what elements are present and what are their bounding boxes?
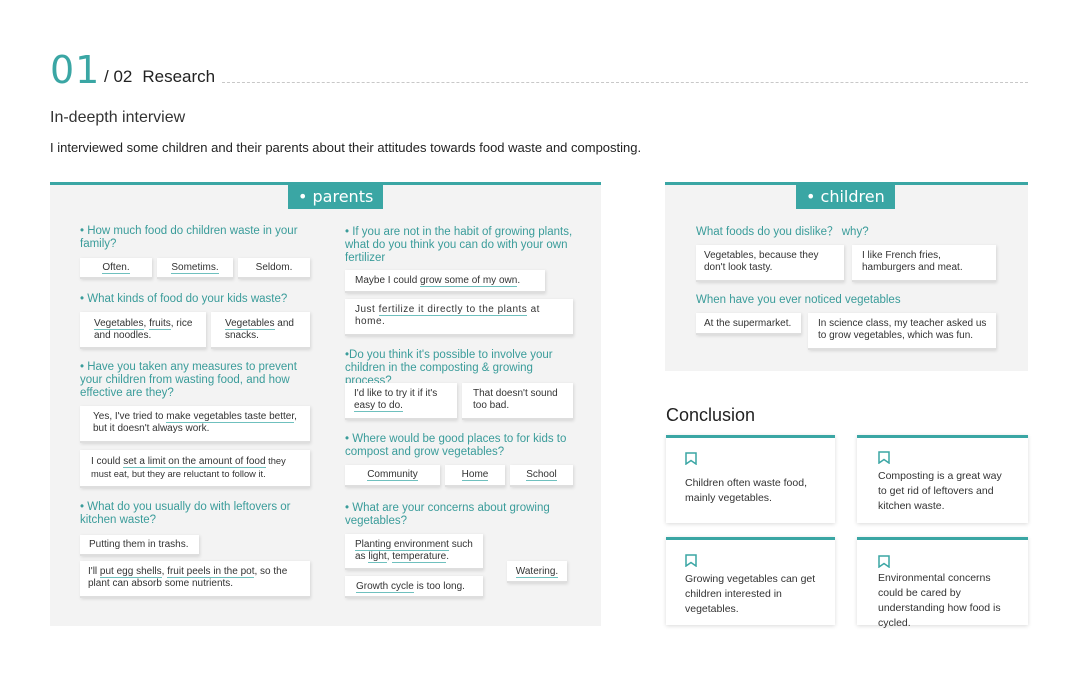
answer-card: At the supermarket. <box>696 313 801 335</box>
answer-text: put egg shells <box>99 566 162 578</box>
answer-text: Putting them in trashs. <box>89 539 189 550</box>
answer-card: Watering. <box>507 561 567 583</box>
answer-text: Often. <box>102 262 130 274</box>
intro-text: I interviewed some children and their pa… <box>50 140 642 155</box>
page-heading: In-deepth interview <box>50 109 186 126</box>
parents-question-3: • Have you taken any measures to prevent… <box>80 361 297 399</box>
answer-text: Seldom. <box>255 262 293 273</box>
answer-text: I could <box>91 456 124 467</box>
parents-question-1: • How much food do children waste in you… <box>80 225 298 250</box>
answer-card: Maybe I could grow some of my own. <box>345 270 545 293</box>
answer-text: Planting environment <box>355 539 449 551</box>
conclusion-text: Growing vegetables can get children inte… <box>685 573 816 615</box>
answer-text: make vegetables taste better <box>166 411 295 423</box>
answer-text: School <box>526 469 557 481</box>
answer-card: Just fertilize it directly to the plants… <box>345 299 573 336</box>
answer-text: Maybe I could <box>355 275 421 286</box>
answer-text: grow some of my own <box>420 275 518 287</box>
answer-text: is too long. <box>413 581 465 592</box>
answer-card: Vegetables, because they don't look tast… <box>696 245 844 282</box>
section-index: / 02 <box>104 67 133 86</box>
answer-text: temperature <box>392 551 447 563</box>
answer-text: I'll <box>88 566 100 577</box>
answer-card: That doesn't sound too bad. <box>462 383 573 420</box>
answer-text: Community <box>367 469 418 481</box>
parents-question-5: • If you are not in the habit of growing… <box>345 226 573 264</box>
answer-text: Vegetables <box>94 318 144 330</box>
answer-text: Yes, I've tried to <box>93 411 167 422</box>
answer-text: fruits <box>149 318 171 330</box>
answer-text: set a limit on the amount of food <box>123 456 266 468</box>
answer-text: In science class, my teacher asked us to… <box>818 318 987 341</box>
bookmark-icon <box>878 451 890 464</box>
answer-card: I'll put egg shells, fruit peels in the … <box>80 561 310 598</box>
children-question-1: What foods do you dislike？ why? <box>696 226 869 238</box>
answer-card: Vegetables and snacks. <box>211 312 310 349</box>
answer-card: Vegetables, fruits, rice and noodles. <box>80 312 206 349</box>
answer-text: Watering. <box>515 566 559 578</box>
parents-question-8: • What are your concerns about growing v… <box>345 502 550 527</box>
answer-text: At the supermarket. <box>704 318 792 329</box>
answer-card: Often. <box>80 258 152 279</box>
conclusion-card: Growing vegetables can get children inte… <box>666 537 835 625</box>
answer-text: easy to do. <box>354 400 403 412</box>
answer-text: , <box>143 318 147 329</box>
conclusion-text: Environmental concerns could be cared by… <box>878 572 1001 629</box>
answer-card: Growth cycle is too long. <box>345 576 483 598</box>
conclusion-card: Environmental concerns could be cared by… <box>857 537 1028 629</box>
parents-tag: • parents <box>288 185 384 209</box>
answer-card: In science class, my teacher asked us to… <box>808 313 996 350</box>
answer-card: Home <box>445 465 505 487</box>
answer-card: I could set a limit on the amount of foo… <box>80 450 310 488</box>
bookmark-icon <box>685 452 697 465</box>
answer-text: . <box>446 551 449 562</box>
answer-card: Sometims. <box>157 258 233 279</box>
answer-text: . <box>517 275 521 286</box>
answer-text: Vegetables <box>225 318 275 330</box>
answer-text: That doesn't sound too bad. <box>473 388 558 411</box>
answer-card: Planting environment such as light, temp… <box>345 534 483 570</box>
section-number: 01 <box>50 48 101 92</box>
answer-text: light <box>368 551 387 563</box>
children-question-2: When have you ever noticed vegetables <box>696 294 901 306</box>
parents-question-2: • What kinds of food do your kids waste? <box>80 293 288 305</box>
answer-text: Home <box>461 469 489 481</box>
answer-card: Putting them in trashs. <box>80 535 199 556</box>
conclusion-card: Children often waste food, mainly vegeta… <box>666 435 835 523</box>
answer-text: fertilize it directly to the plants <box>378 304 528 316</box>
answer-text: Vegetables, because they don't look tast… <box>704 250 819 273</box>
answer-card: I'd like to try it if it's easy to do. <box>345 383 457 420</box>
conclusion-card: Composting is a great way to get rid of … <box>857 435 1028 523</box>
conclusion-text: Children often waste food, mainly vegeta… <box>685 477 807 504</box>
conclusion-title: Conclusion <box>666 405 756 425</box>
answer-text: Sometims. <box>171 262 219 274</box>
conclusion-text: Composting is a great way to get rid of … <box>878 470 1002 512</box>
answer-text: fruit peels in the pot <box>167 566 255 578</box>
answer-text: Just <box>355 304 379 315</box>
answer-card: I like French fries, hamburgers and meat… <box>852 245 996 282</box>
section-title: Research <box>142 67 216 86</box>
bookmark-icon <box>685 554 697 567</box>
answer-card: Seldom. <box>238 258 310 279</box>
parents-question-4: • What do you usually do with leftovers … <box>80 501 291 526</box>
section-subtitle: / 02 Research <box>104 67 215 87</box>
answer-card: School <box>510 465 573 487</box>
answer-card: Yes, I've tried to make vegetables taste… <box>80 406 310 443</box>
bookmark-icon <box>878 555 890 568</box>
header-divider <box>222 82 1028 83</box>
answer-text: Growth cycle <box>356 581 414 593</box>
answer-card: Community <box>345 465 440 487</box>
answer-text: I like French fries, hamburgers and meat… <box>862 250 963 273</box>
answer-text: I'd like to try it if it's <box>354 388 438 399</box>
children-tag: • children <box>796 185 895 209</box>
parents-question-7: • Where would be good places to for kids… <box>345 433 567 458</box>
